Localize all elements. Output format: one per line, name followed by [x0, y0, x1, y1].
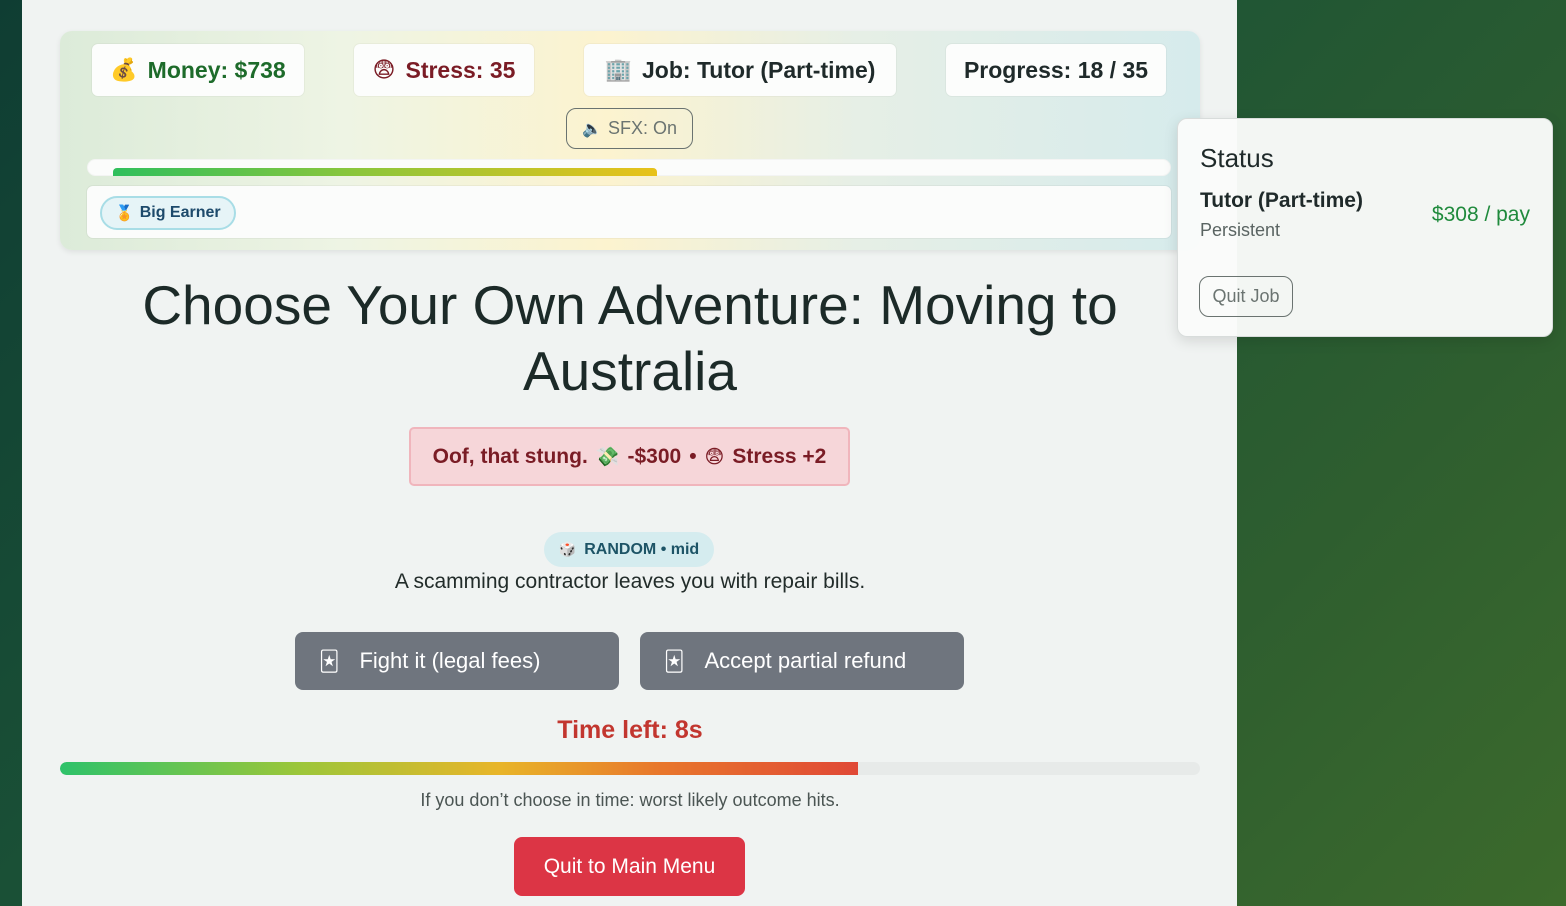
status-title: Status — [1200, 143, 1274, 173]
event-tag: 🎲 RANDOM • mid — [544, 532, 714, 567]
progress-label: Progress: 18 / 35 — [963, 56, 1149, 83]
office-building-icon: 🏢 — [604, 57, 632, 83]
quit-to-main-menu-button[interactable]: Quit to Main Menu — [514, 837, 745, 896]
timer-bar-fill — [60, 762, 858, 775]
page-title: Choose Your Own Adventure: Moving to Aus… — [142, 274, 1118, 402]
job-stat: 🏢 Job: Tutor (Part-time) — [584, 44, 896, 96]
toast-separator: • — [689, 444, 697, 468]
speaker-icon: 🔈 — [582, 119, 602, 138]
money-stat: 💰 Money: $738 — [92, 44, 304, 96]
joker-card-icon: 🃏 — [664, 649, 685, 673]
toast-money-delta: -$300 — [627, 444, 682, 468]
event-description: A scamming contractor leaves you with re… — [394, 570, 866, 593]
dice-icon: 🎲 — [558, 541, 577, 558]
fearful-face-icon: 😨 — [704, 445, 725, 468]
money-bag-icon: 💰 — [110, 57, 138, 83]
medal-icon: 🏅 — [115, 204, 134, 222]
badge-big-earner: 🏅 Big Earner — [100, 196, 236, 230]
choice-accept-button[interactable]: 🃏 Accept partial refund — [640, 632, 964, 690]
progress-stat: Progress: 18 / 35 — [946, 44, 1166, 96]
toast-text: Oof, that stung. — [432, 444, 588, 468]
money-label: Money: $738 — [147, 56, 286, 83]
status-panel: Status Tutor (Part-time) Persistent $308… — [1177, 118, 1553, 337]
hud-panel: 💰 Money: $738 😨 Stress: 35 🏢 Job: Tutor … — [60, 31, 1200, 250]
timer-bar — [60, 762, 1200, 775]
money-with-wings-icon: 💸 — [595, 446, 620, 468]
story-progress-fill — [113, 168, 657, 176]
badge-row: 🏅 Big Earner — [87, 186, 1171, 238]
sfx-toggle-button[interactable]: 🔈 SFX: On — [566, 108, 693, 149]
choice-label: Accept partial refund — [704, 648, 907, 673]
fearful-face-icon: 😨 — [372, 57, 396, 83]
job-label: Job: Tutor (Part-time) — [642, 56, 876, 83]
badge-label: Big Earner — [139, 204, 221, 221]
choice-fight-button[interactable]: 🃏 Fight it (legal fees) — [295, 632, 619, 690]
timer-note: If you don’t choose in time: worst likel… — [420, 790, 840, 810]
outcome-toast: Oof, that stung. 💸 -$300 • 😨 Stress +2 — [409, 427, 850, 486]
status-job-name: Tutor (Part-time) — [1200, 189, 1363, 212]
quit-job-button[interactable]: Quit Job — [1199, 276, 1293, 317]
event-tag-label: RANDOM • mid — [584, 540, 700, 558]
status-job-type: Persistent — [1200, 220, 1281, 240]
status-job-pay: $308 / pay — [1431, 203, 1530, 226]
stress-stat: 😨 Stress: 35 — [354, 44, 534, 96]
toast-stress-delta: Stress +2 — [732, 444, 827, 468]
stress-label: Stress: 35 — [405, 56, 516, 83]
timer-label: Time left: 8s — [557, 716, 703, 744]
joker-card-icon: 🃏 — [319, 649, 340, 673]
choice-label: Fight it (legal fees) — [359, 648, 541, 673]
sfx-label: SFX: On — [607, 118, 677, 138]
